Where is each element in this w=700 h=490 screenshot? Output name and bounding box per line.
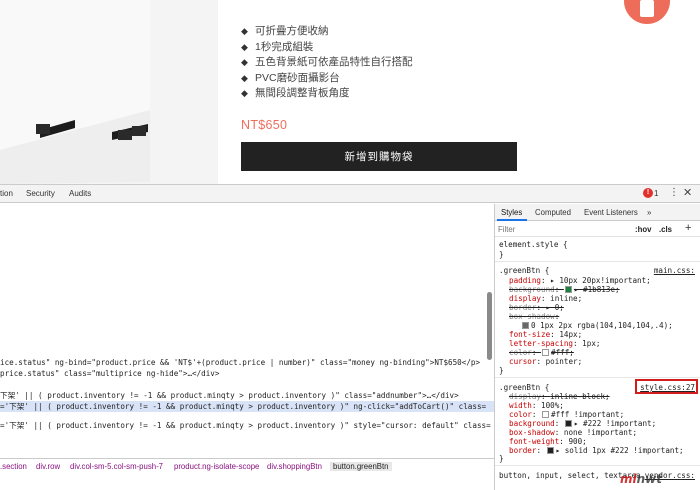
photo-stand-illustration xyxy=(0,0,218,184)
color-swatch-icon[interactable] xyxy=(564,420,572,427)
breadcrumb-item[interactable]: div.shoppingBtn xyxy=(267,462,322,471)
dom-node-line[interactable]: price.status" class="multiprice ng-hide"… xyxy=(0,369,219,378)
rule-selector: .greenBtn { xyxy=(499,383,550,392)
error-count[interactable]: 1 xyxy=(654,189,658,198)
css-rule-main: .greenBtn { main.css: padding: ▸ 10px 20… xyxy=(495,264,700,378)
rule-selector: .greenBtn { xyxy=(499,266,550,275)
styles-filter-input[interactable] xyxy=(498,223,618,235)
dom-node-line[interactable]: ='下架' || ( product.inventory != -1 && pr… xyxy=(0,420,491,431)
shopping-bag-icon[interactable] xyxy=(624,0,670,24)
feature-item: ◆ 可折疊方便收納 xyxy=(241,24,413,40)
css-property[interactable]: font-size: 14px; xyxy=(509,330,582,339)
tab-event-listeners[interactable]: Event Listeners xyxy=(584,208,638,217)
css-property[interactable]: letter-spacing: 1px; xyxy=(509,339,600,348)
css-property[interactable]: font-weight: 900; xyxy=(509,437,587,446)
product-price: NT$650 xyxy=(241,118,288,132)
devtools-tabbar: tion Security Audits ! 1 ⋮ ✕ xyxy=(0,185,700,203)
close-icon[interactable]: ✕ xyxy=(683,186,692,199)
tab-application[interactable]: tion xyxy=(0,189,13,198)
css-property[interactable]: 0 1px 2px rgba(104,104,104,.4); xyxy=(521,321,673,330)
color-swatch-icon[interactable] xyxy=(546,447,554,454)
styles-sidebar: Styles Computed Event Listeners » :hov .… xyxy=(494,204,700,490)
css-property[interactable]: background: ▸ #222 !important; xyxy=(509,419,656,428)
css-property[interactable]: width: 100%; xyxy=(509,401,564,410)
breadcrumb-item[interactable]: div.col-sm-5.col-sm-push-7 xyxy=(70,462,163,471)
tab-styles[interactable]: Styles xyxy=(501,208,522,217)
color-swatch-icon[interactable] xyxy=(564,286,572,293)
css-property[interactable]: color: #fff; xyxy=(509,348,574,357)
tab-computed[interactable]: Computed xyxy=(535,208,571,217)
css-rule-vendor: button, input, select, textarea vendor.c… xyxy=(495,468,700,484)
css-property[interactable]: box-shadow: xyxy=(509,312,559,321)
dom-node-line-selected[interactable]: ='下架' || ( product.inventory != -1 && pr… xyxy=(0,401,494,412)
css-property[interactable]: border: ▸ solid 1px #222 !important; xyxy=(509,446,684,455)
highlight-annotation xyxy=(635,379,698,394)
class-toggle[interactable]: .cls xyxy=(659,225,672,234)
breadcrumb-item[interactable]: product.ng-isolate-scope xyxy=(174,462,259,471)
css-property[interactable]: display: inline-block; xyxy=(509,392,610,401)
css-property[interactable]: display: inline; xyxy=(509,294,582,303)
styles-tabbar: Styles Computed Event Listeners » xyxy=(495,204,700,221)
diamond-bullet-icon: ◆ xyxy=(241,88,248,98)
styles-filter-bar: :hov .cls + xyxy=(495,221,700,237)
rule-source-link[interactable]: main.css: xyxy=(654,266,695,275)
tab-audits[interactable]: Audits xyxy=(69,189,91,198)
new-style-rule-button[interactable]: + xyxy=(685,222,691,234)
more-tabs-icon[interactable]: » xyxy=(647,208,651,217)
css-property[interactable]: color: #fff !important; xyxy=(509,410,624,419)
breadcrumb-item-active[interactable]: button.greenBtn xyxy=(330,462,392,471)
css-property[interactable]: padding: ▸ 10px 20px!important; xyxy=(509,276,651,285)
diamond-bullet-icon: ◆ xyxy=(241,26,248,36)
diamond-bullet-icon: ◆ xyxy=(241,72,248,83)
dom-node-line[interactable]: 下架' || ( product.inventory != -1 && prod… xyxy=(0,390,459,401)
css-property[interactable]: border: ▸ 0; xyxy=(509,303,564,312)
feature-item: ◆ 無間段調整背板角度 xyxy=(241,86,413,102)
diamond-bullet-icon: ◆ xyxy=(241,41,248,52)
product-page: ◆ 可折疊方便收納 ◆ 1秒完成組裝 ◆ 五色背景紙可依產品特性自行搭配 ◆ PVC磨砂… xyxy=(0,0,700,184)
watermark-logo: minwt xyxy=(620,472,663,486)
color-swatch-icon[interactable] xyxy=(542,349,550,356)
elements-scrollbar[interactable] xyxy=(487,292,492,360)
color-swatch-icon[interactable] xyxy=(542,411,550,418)
hover-state-toggle[interactable]: :hov xyxy=(635,225,651,234)
feature-item: ◆ PVC磨砂面攝影台 xyxy=(241,71,413,87)
feature-item: ◆ 1秒完成組裝 xyxy=(241,40,413,56)
devtools-panel: tion Security Audits ! 1 ⋮ ✕ ice.status"… xyxy=(0,184,700,490)
elements-tree[interactable]: ice.status" ng-bind="product.price && 'N… xyxy=(0,204,494,458)
element-style-rule: element.style { } xyxy=(495,238,700,262)
dom-breadcrumb: .section div.row div.col-sm-5.col-sm-pus… xyxy=(0,458,494,475)
css-property[interactable]: box-shadow: none !important; xyxy=(509,428,637,437)
css-property[interactable]: background: ▸ #1b813e; xyxy=(509,285,620,294)
feature-list: ◆ 可折疊方便收納 ◆ 1秒完成組裝 ◆ 五色背景紙可依產品特性自行搭配 ◆ PVC磨砂… xyxy=(241,24,413,102)
tab-security[interactable]: Security xyxy=(26,189,55,198)
css-rule-style: .greenBtn { style.css:27 display: inline… xyxy=(495,379,700,466)
color-swatch-icon[interactable] xyxy=(522,322,529,329)
error-icon[interactable]: ! xyxy=(643,188,653,198)
css-property[interactable]: cursor: pointer; xyxy=(509,357,582,366)
dom-node-line[interactable]: ice.status" ng-bind="product.price && 'N… xyxy=(0,358,480,367)
breadcrumb-item[interactable]: div.row xyxy=(36,462,60,471)
product-image xyxy=(0,0,218,184)
feature-item: ◆ 五色背景紙可依產品特性自行搭配 xyxy=(241,55,413,71)
add-to-cart-button[interactable]: 新增到購物袋 xyxy=(241,142,517,171)
more-menu-icon[interactable]: ⋮ xyxy=(669,187,679,198)
diamond-bullet-icon: ◆ xyxy=(241,57,248,67)
breadcrumb-item[interactable]: .section xyxy=(0,462,27,471)
